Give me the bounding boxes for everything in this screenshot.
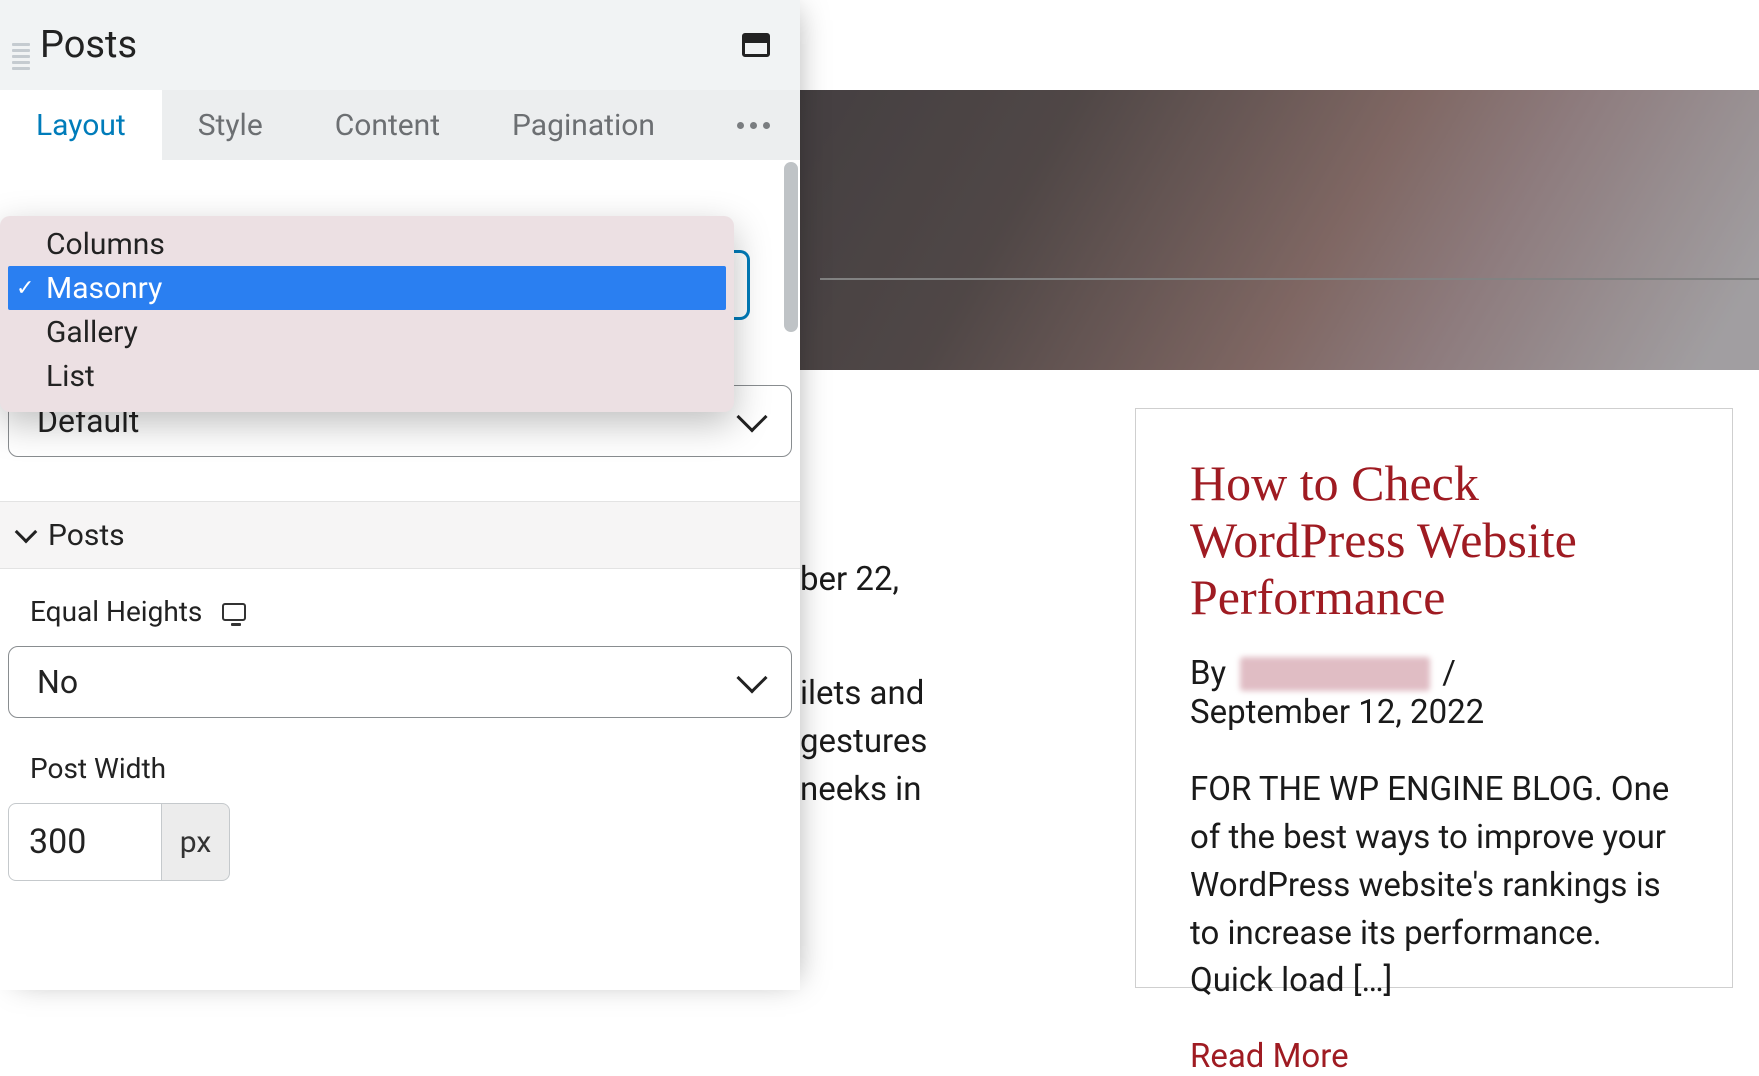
chevron-down-icon (15, 521, 38, 544)
chevron-down-icon (736, 401, 767, 432)
post-width-unit[interactable]: px (162, 803, 230, 881)
dropdown-option-masonry[interactable]: ✓ Masonry (8, 266, 726, 310)
settings-panel: Posts Layout Style Content Pagination De… (0, 0, 800, 990)
frag-date: ber 22, (800, 556, 899, 604)
post-date: September 12, 2022 (1190, 693, 1484, 732)
dropdown-option-list[interactable]: List (8, 354, 726, 398)
scrollbar[interactable] (784, 162, 798, 332)
dropdown-option-gallery[interactable]: Gallery (8, 310, 726, 354)
section-posts[interactable]: Posts (0, 501, 800, 569)
layout-dropdown: Columns ✓ Masonry Gallery List (0, 216, 734, 412)
post-width-row: Post Width (30, 752, 770, 785)
responsive-icon[interactable] (742, 33, 770, 57)
read-more-link[interactable]: Read More (1190, 1037, 1678, 1076)
check-icon: ✓ (16, 276, 34, 301)
meta-separator: / (1442, 654, 1456, 693)
equal-heights-row: Equal Heights (30, 595, 770, 628)
panel-header: Posts (0, 0, 800, 90)
preview-post-card: How to Check WordPress Website Performan… (1135, 408, 1733, 988)
tab-content[interactable]: Content (299, 90, 476, 160)
post-title[interactable]: How to Check WordPress Website Performan… (1190, 455, 1678, 626)
panel-title: Posts (40, 23, 137, 67)
preview-hero (800, 90, 1759, 370)
author-blurred (1240, 657, 1430, 691)
post-excerpt: FOR THE WP ENGINE BLOG. One of the best … (1190, 766, 1678, 1005)
section-label: Posts (48, 518, 125, 553)
tab-style[interactable]: Style (162, 90, 299, 160)
drag-handle-icon[interactable] (10, 35, 32, 70)
tabs: Layout Style Content Pagination (0, 90, 800, 160)
frag-line-0: ilets and (800, 670, 924, 718)
select-value: No (37, 663, 78, 701)
equal-heights-select[interactable]: No (8, 646, 792, 718)
tab-layout[interactable]: Layout (0, 90, 162, 160)
post-meta: By / September 12, 2022 (1190, 654, 1678, 732)
post-width-input-group: 300 px (8, 803, 800, 881)
post-width-label: Post Width (30, 752, 166, 785)
dropdown-option-columns[interactable]: Columns (8, 222, 726, 266)
equal-heights-label: Equal Heights (30, 595, 202, 628)
by-label: By (1190, 654, 1226, 693)
monitor-icon[interactable] (222, 603, 246, 621)
option-label: Masonry (46, 271, 162, 306)
chevron-down-icon (736, 662, 767, 693)
frag-line-1: gestures (800, 718, 927, 766)
tab-pagination[interactable]: Pagination (476, 90, 691, 160)
post-width-input[interactable]: 300 (8, 803, 162, 881)
tab-more-icon[interactable] (737, 122, 770, 129)
frag-line-2: neeks in (800, 766, 921, 814)
